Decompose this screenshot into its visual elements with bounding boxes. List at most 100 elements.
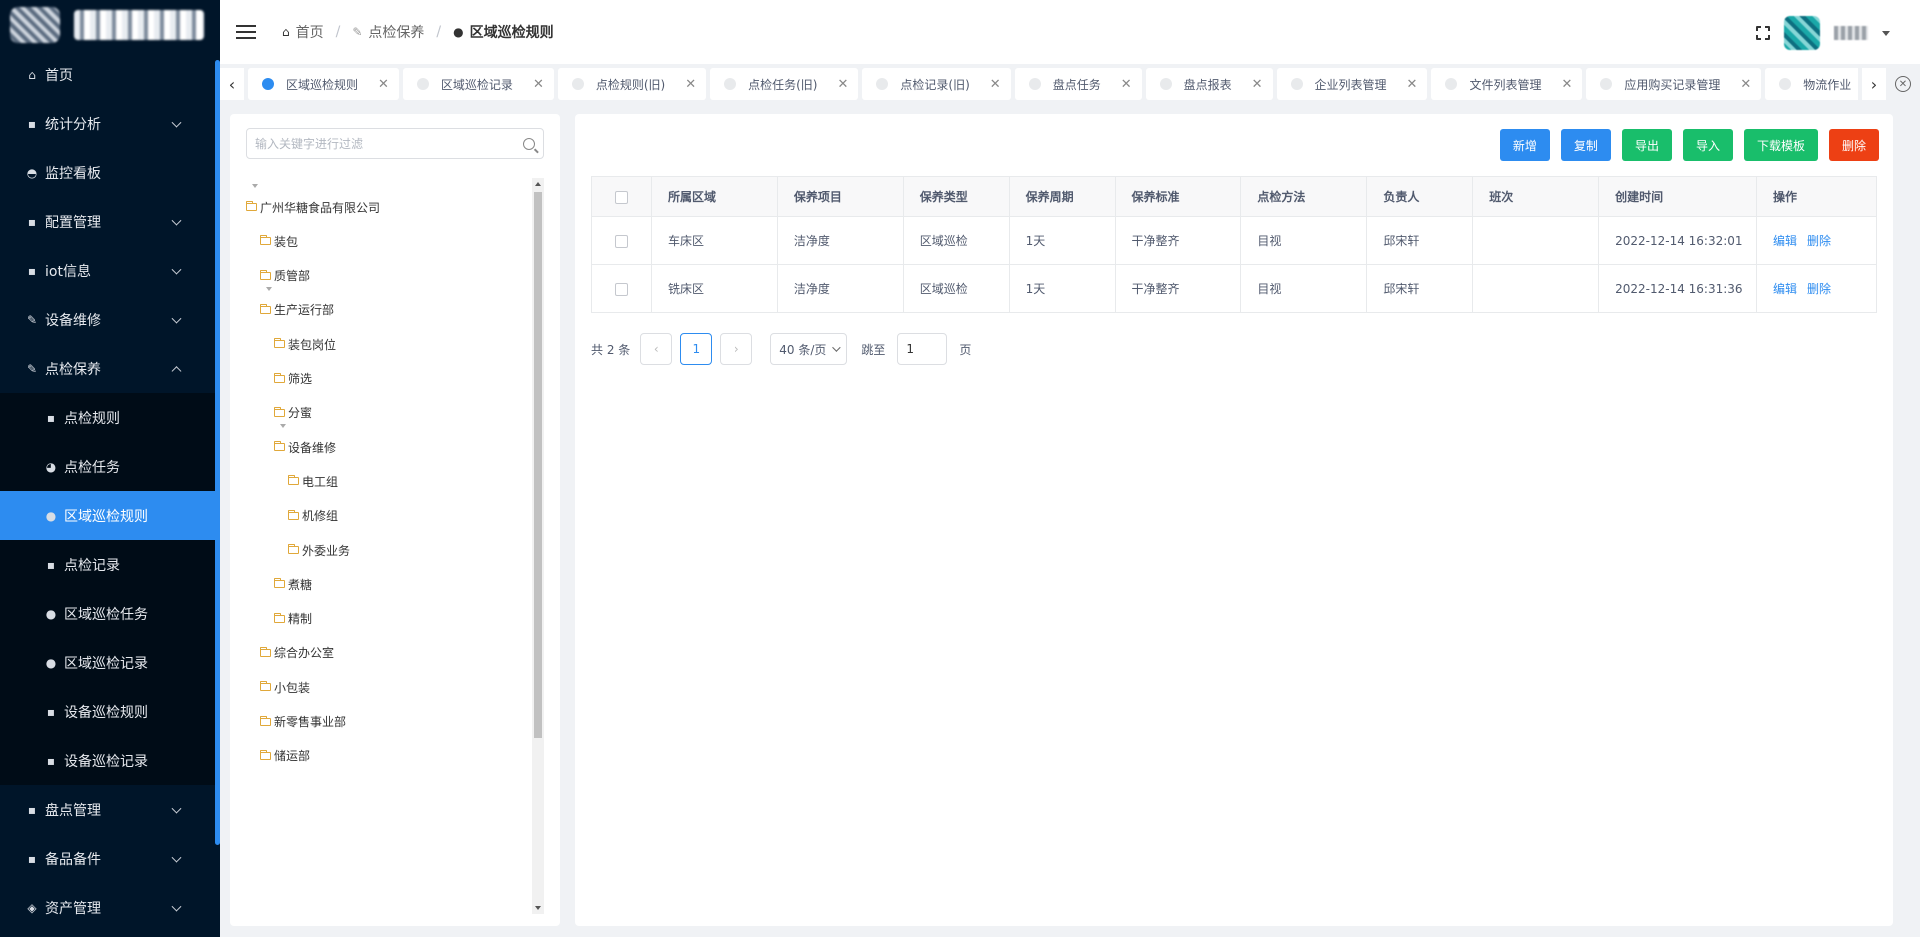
- next-page-button[interactable]: ›: [720, 333, 753, 365]
- copy-button[interactable]: 复制: [1560, 129, 1611, 161]
- tree-node[interactable]: 质管部: [260, 265, 310, 287]
- delete-link[interactable]: 删除: [1807, 234, 1831, 248]
- sidebar-subitem-0[interactable]: ▪ 点检规则: [0, 393, 220, 442]
- close-icon[interactable]: ✕: [685, 77, 696, 92]
- export-button[interactable]: 导出: [1621, 129, 1672, 161]
- sidebar-item-0[interactable]: ▪ 盘点管理: [0, 785, 220, 834]
- expand-caret-icon[interactable]: [266, 286, 272, 291]
- tree-node[interactable]: 新零售事业部: [260, 711, 346, 733]
- row-select-cell: [591, 264, 652, 313]
- tree-node[interactable]: 精制: [274, 608, 312, 630]
- sidebar-subitem-3[interactable]: ▪ 点检记录: [0, 540, 220, 589]
- import-button[interactable]: 导入: [1682, 129, 1733, 161]
- search-icon[interactable]: [523, 137, 535, 150]
- close-icon[interactable]: ✕: [1740, 77, 1751, 92]
- username-blurred[interactable]: [1834, 26, 1868, 40]
- close-all-tabs-button[interactable]: ✕: [1886, 68, 1920, 100]
- tree-node[interactable]: 生产运行部: [260, 299, 334, 321]
- select-all-checkbox[interactable]: [614, 190, 628, 204]
- tab-6[interactable]: 盘点报表 ✕: [1145, 68, 1273, 100]
- sidebar-subitem-2[interactable]: ● 区域巡检规则: [0, 491, 220, 540]
- page-button-current[interactable]: 1: [680, 333, 713, 365]
- sidebar-item-0[interactable]: ⌂ 首页: [0, 50, 220, 99]
- tab-9[interactable]: 应用购买记录管理 ✕: [1586, 68, 1762, 100]
- sidebar-item-1[interactable]: ▪ 备品备件: [0, 834, 220, 883]
- tab-0[interactable]: 区域巡检规则 ✕: [248, 68, 399, 100]
- tree-node[interactable]: 电工组: [288, 470, 338, 492]
- breadcrumb-home[interactable]: 首页: [296, 22, 324, 42]
- tab-scroll-left-icon[interactable]: ‹: [220, 68, 244, 100]
- add-button[interactable]: 新增: [1499, 129, 1550, 161]
- tab-4[interactable]: 点检记录(旧) ✕: [862, 68, 1011, 100]
- tab-2[interactable]: 点检规则(旧) ✕: [557, 68, 707, 100]
- tree-node[interactable]: 装包岗位: [274, 333, 336, 355]
- close-icon[interactable]: ✕: [378, 77, 389, 92]
- jump-page-input[interactable]: [897, 333, 948, 365]
- avatar[interactable]: [1784, 16, 1820, 50]
- sidebar-item-2[interactable]: ◈ 资产管理: [0, 883, 220, 932]
- tab-scroll-right-icon[interactable]: ›: [1862, 68, 1886, 100]
- tree-node[interactable]: 筛选: [274, 368, 312, 390]
- sidebar-item-5[interactable]: ✎ 设备维修: [0, 295, 220, 344]
- table-row[interactable]: 车床区 洁净度 区域巡检 1天 干净整齐 目视 邱宋轩 2022-12-14 16:32:01…: [591, 216, 1877, 265]
- tab-7[interactable]: 企业列表管理 ✕: [1276, 68, 1428, 100]
- close-icon[interactable]: ✕: [1407, 77, 1418, 92]
- tree-node[interactable]: 外委业务: [288, 539, 350, 561]
- sidebar-subitem-4[interactable]: ● 区域巡检任务: [0, 589, 220, 638]
- tree-scrollbar[interactable]: [532, 178, 544, 914]
- tab-8[interactable]: 文件列表管理 ✕: [1431, 68, 1583, 100]
- sidebar-item-2[interactable]: ◓ 监控看板: [0, 148, 220, 197]
- tab-3[interactable]: 点检任务(旧) ✕: [710, 68, 859, 100]
- close-icon[interactable]: ✕: [533, 77, 544, 92]
- tab-5[interactable]: 盘点任务 ✕: [1014, 68, 1142, 100]
- sidebar-scrollbar[interactable]: [215, 60, 220, 845]
- table-row[interactable]: 铣床区 洁净度 区域巡检 1天 干净整齐 目视 邱宋轩 2022-12-14 16:31:36…: [591, 264, 1877, 313]
- row-checkbox[interactable]: [614, 282, 628, 296]
- row-checkbox[interactable]: [614, 234, 628, 248]
- caret-down-icon[interactable]: [1882, 30, 1890, 36]
- tree-node[interactable]: 设备维修: [274, 436, 336, 458]
- chevron-down-icon: [171, 901, 182, 912]
- tab-1[interactable]: 区域巡检记录 ✕: [402, 68, 554, 100]
- sidebar-subitem-5[interactable]: ● 区域巡检记录: [0, 638, 220, 687]
- sidebar-item-4[interactable]: ▪ iot信息: [0, 246, 220, 295]
- sidebar-subitem-1[interactable]: ◕ 点检任务: [0, 442, 220, 491]
- tab-10[interactable]: 物流作业: [1765, 68, 1858, 100]
- tree-node[interactable]: 广州华糖食品有限公司: [246, 196, 380, 218]
- tree-node[interactable]: 储运部: [260, 745, 310, 767]
- chevron-down-icon: [171, 215, 182, 226]
- tree-scroll-thumb[interactable]: [534, 192, 542, 738]
- delete-button[interactable]: 删除: [1828, 129, 1879, 161]
- tree-node[interactable]: 综合办公室: [260, 642, 334, 664]
- close-icon[interactable]: ✕: [1252, 77, 1263, 92]
- org-tree: 广州华糖食品有限公司装包质管部生产运行部装包岗位筛选分蜜设备维修电工组机修组外委…: [246, 178, 528, 914]
- sidebar-subitem-7[interactable]: ▪ 设备巡检记录: [0, 736, 220, 785]
- tree-node[interactable]: 装包: [260, 230, 298, 252]
- edit-link[interactable]: 编辑: [1773, 234, 1797, 248]
- close-icon[interactable]: ✕: [1121, 77, 1132, 92]
- scroll-down-icon[interactable]: [535, 906, 541, 910]
- prev-page-button[interactable]: ‹: [640, 333, 673, 365]
- close-icon[interactable]: ✕: [838, 77, 849, 92]
- tree-filter-input[interactable]: [255, 136, 523, 151]
- fullscreen-icon[interactable]: [1755, 25, 1771, 41]
- tree-node[interactable]: 小包装: [260, 676, 310, 698]
- sidebar-item-6[interactable]: ✎ 点检保养: [0, 344, 220, 393]
- sidebar-item-1[interactable]: ▪ 统计分析: [0, 99, 220, 148]
- page-size-select[interactable]: 40 条/页: [770, 333, 848, 365]
- tree-node[interactable]: 机修组: [288, 505, 338, 527]
- close-icon[interactable]: ✕: [1561, 77, 1572, 92]
- edit-link[interactable]: 编辑: [1773, 282, 1797, 296]
- sidebar-subitem-6[interactable]: ▪ 设备巡检规则: [0, 687, 220, 736]
- tree-node[interactable]: 分蜜: [274, 402, 312, 424]
- expand-caret-icon[interactable]: [252, 184, 258, 188]
- close-icon[interactable]: ✕: [990, 77, 1001, 92]
- expand-caret-icon[interactable]: [280, 424, 286, 429]
- breadcrumb-parent[interactable]: 点检保养: [368, 22, 424, 42]
- tree-node[interactable]: 煮糖: [274, 573, 312, 595]
- scroll-up-icon[interactable]: [535, 182, 541, 186]
- sidebar-item-3[interactable]: ▪ 配置管理: [0, 197, 220, 246]
- download-template-button[interactable]: 下载模板: [1743, 129, 1818, 161]
- delete-link[interactable]: 删除: [1807, 282, 1831, 296]
- menu-toggle-icon[interactable]: [236, 25, 256, 39]
